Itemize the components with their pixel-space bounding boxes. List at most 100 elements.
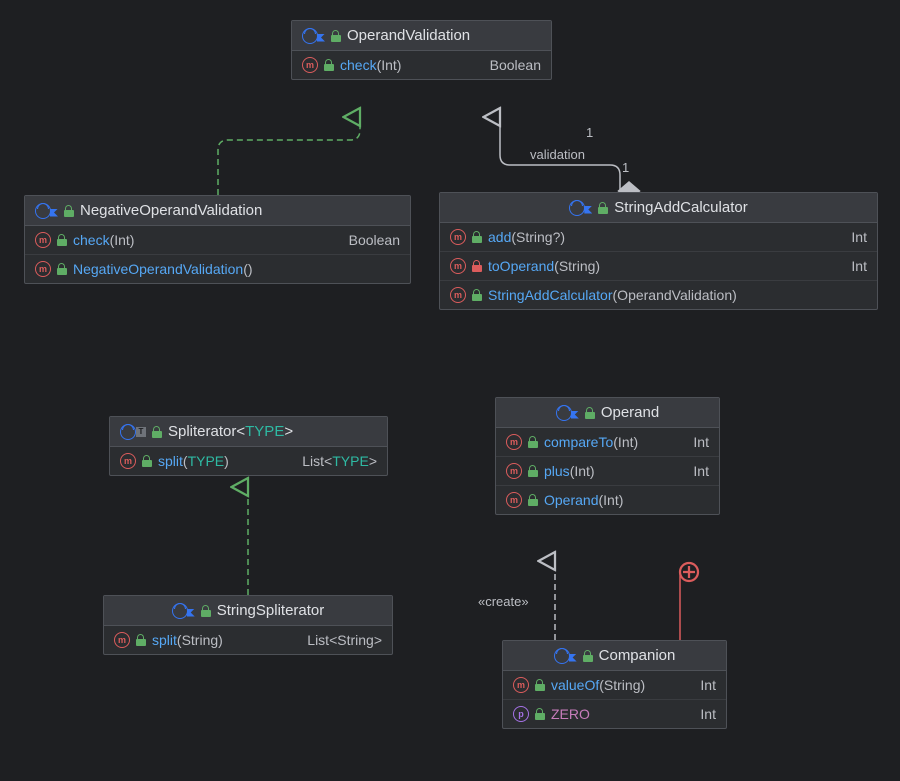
- member-row[interactable]: NegativeOperandValidation(): [25, 255, 410, 283]
- public-icon: [64, 205, 74, 217]
- class-name: Spliterator<TYPE>: [168, 423, 293, 440]
- assoc-mult-1-top: 1: [586, 125, 593, 140]
- public-icon: [324, 59, 334, 71]
- member-return: Int: [700, 677, 716, 693]
- class-name: NegativeOperandValidation: [80, 202, 262, 219]
- public-icon: [598, 202, 608, 214]
- member-params: (Int): [613, 434, 638, 450]
- class-operand[interactable]: Operand compareTo(Int) Int plus(Int) Int…: [495, 397, 720, 515]
- class-header: Spliterator<TYPE>: [110, 417, 387, 447]
- public-icon: [528, 436, 538, 448]
- member-params: (Int): [598, 492, 623, 508]
- class-header: Companion: [503, 641, 726, 671]
- public-icon: [535, 679, 545, 691]
- class-header: NegativeOperandValidation: [25, 196, 410, 226]
- public-icon: [331, 30, 341, 42]
- class-operand-validation[interactable]: OperandValidation check(Int) Boolean: [291, 20, 552, 80]
- method-icon: [120, 453, 136, 469]
- public-icon: [528, 465, 538, 477]
- member-name: toOperand: [488, 258, 554, 274]
- class-name: OperandValidation: [347, 27, 470, 44]
- member-return: Int: [700, 706, 716, 722]
- interface-icon: [302, 28, 325, 44]
- class-icon: [172, 603, 195, 619]
- method-icon: [35, 232, 51, 248]
- public-icon: [152, 426, 162, 438]
- member-return: Int: [851, 229, 867, 245]
- method-icon: [506, 463, 522, 479]
- class-name: Operand: [601, 404, 659, 421]
- public-icon: [472, 231, 482, 243]
- member-row[interactable]: check(Int) Boolean: [292, 51, 551, 79]
- member-name: plus: [544, 463, 570, 479]
- member-name: compareTo: [544, 434, 613, 450]
- private-icon: [472, 260, 482, 272]
- class-string-spliterator[interactable]: StringSpliterator split(String) List<Str…: [103, 595, 393, 655]
- method-icon: [35, 261, 51, 277]
- member-name: StringAddCalculator: [488, 287, 613, 303]
- member-params: (String): [599, 677, 645, 693]
- public-icon: [472, 289, 482, 301]
- class-negative-operand-validation[interactable]: NegativeOperandValidation check(Int) Boo…: [24, 195, 411, 284]
- member-return: Int: [693, 434, 709, 450]
- class-name: StringAddCalculator: [614, 199, 747, 216]
- public-icon: [57, 263, 67, 275]
- method-icon: [450, 258, 466, 274]
- member-name: check: [73, 232, 110, 248]
- member-return: Int: [693, 463, 709, 479]
- assoc-label-validation: validation: [530, 147, 585, 162]
- interface-icon: [120, 424, 146, 440]
- member-name: valueOf: [551, 677, 599, 693]
- dep-label-create: «create»: [478, 594, 529, 609]
- class-header: StringAddCalculator: [440, 193, 877, 223]
- property-name: ZERO: [551, 706, 590, 722]
- member-row[interactable]: add(String?) Int: [440, 223, 877, 252]
- method-icon: [302, 57, 318, 73]
- class-name: StringSpliterator: [217, 602, 325, 619]
- uml-diagram-canvas: validation 1 1 «create» OperandValidatio…: [0, 0, 900, 781]
- method-icon: [114, 632, 130, 648]
- member-row[interactable]: split(String) List<String>: [104, 626, 392, 654]
- class-icon: [35, 203, 58, 219]
- member-params: (OperandValidation): [613, 287, 737, 303]
- member-row[interactable]: split(TYPE) List<TYPE>: [110, 447, 387, 475]
- method-icon: [450, 287, 466, 303]
- class-icon: [554, 648, 577, 664]
- method-icon: [513, 677, 529, 693]
- public-icon: [528, 494, 538, 506]
- method-icon: [506, 492, 522, 508]
- member-row[interactable]: toOperand(String) Int: [440, 252, 877, 281]
- member-row[interactable]: compareTo(Int) Int: [496, 428, 719, 457]
- class-companion[interactable]: Companion valueOf(String) Int ZERO Int: [502, 640, 727, 729]
- class-string-add-calculator[interactable]: StringAddCalculator add(String?) Int toO…: [439, 192, 878, 310]
- public-icon: [57, 234, 67, 246]
- public-icon: [585, 407, 595, 419]
- public-icon: [201, 605, 211, 617]
- class-spliterator[interactable]: Spliterator<TYPE> split(TYPE) List<TYPE>: [109, 416, 388, 476]
- member-row[interactable]: plus(Int) Int: [496, 457, 719, 486]
- member-name: Operand: [544, 492, 598, 508]
- member-return: List<String>: [307, 632, 382, 648]
- class-icon: [556, 405, 579, 421]
- member-params: (Int): [110, 232, 135, 248]
- member-row[interactable]: Operand(Int): [496, 486, 719, 514]
- member-name: check: [340, 57, 377, 73]
- member-params: (Int): [570, 463, 595, 479]
- property-icon: [513, 706, 529, 722]
- member-params: (String): [554, 258, 600, 274]
- member-row[interactable]: check(Int) Boolean: [25, 226, 410, 255]
- class-header: OperandValidation: [292, 21, 551, 51]
- member-sig: split(TYPE): [158, 453, 229, 469]
- class-icon: [569, 200, 592, 216]
- member-row[interactable]: valueOf(String) Int: [503, 671, 726, 700]
- member-return: List<TYPE>: [302, 453, 377, 469]
- member-name: add: [488, 229, 511, 245]
- class-header: StringSpliterator: [104, 596, 392, 626]
- member-return: Int: [851, 258, 867, 274]
- member-params: (String): [177, 632, 223, 648]
- member-row[interactable]: StringAddCalculator(OperandValidation): [440, 281, 877, 309]
- public-icon: [583, 650, 593, 662]
- member-row[interactable]: ZERO Int: [503, 700, 726, 728]
- member-params: (Int): [377, 57, 402, 73]
- public-icon: [136, 634, 146, 646]
